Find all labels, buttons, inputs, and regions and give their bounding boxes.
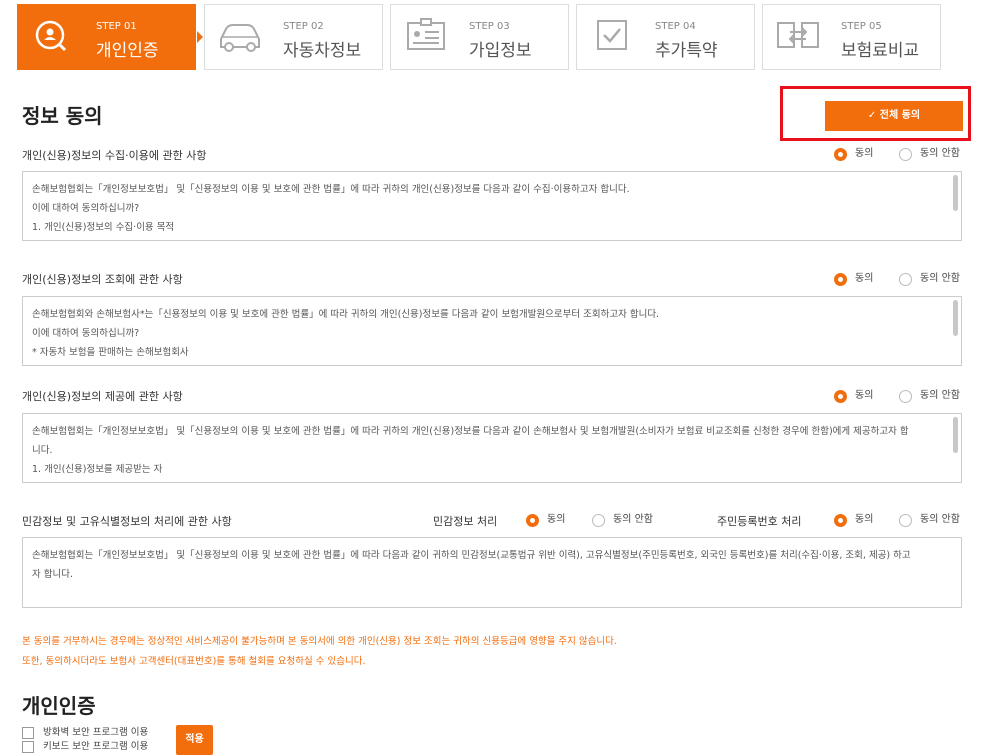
all-agree-button[interactable]: ✓ 전체 동의 xyxy=(825,101,963,131)
resident-agree-radio[interactable]: 동의 xyxy=(834,513,873,527)
step-3: STEP 03 가입정보 xyxy=(390,4,569,70)
step-1: STEP 01 개인인증 xyxy=(17,4,203,70)
step-5-number: STEP 05 xyxy=(841,21,882,32)
sensitive-info-label: 민감정보 처리 xyxy=(433,515,498,528)
radio-empty-icon xyxy=(899,272,912,286)
step-3-label: 가입정보 xyxy=(469,41,532,61)
id-card-icon xyxy=(407,18,445,50)
section-1-disagree-radio[interactable]: 동의 안함 xyxy=(899,147,960,161)
step-4-number: STEP 04 xyxy=(655,21,696,32)
firewall-checkbox[interactable]: 방화벽 보안 프로그램 이용 xyxy=(22,726,148,740)
radio-empty-icon xyxy=(899,513,912,527)
section-3-title: 개인(신용)정보의 제공에 관한 사항 xyxy=(22,390,183,403)
radio-empty-icon xyxy=(592,513,605,527)
keyboard-security-checkbox[interactable]: 키보드 보안 프로그램 이용 xyxy=(22,740,148,754)
step-3-number: STEP 03 xyxy=(469,21,510,32)
radio-empty-icon xyxy=(899,389,912,403)
checkbox-icon xyxy=(597,20,627,50)
resident-disagree-radio[interactable]: 동의 안함 xyxy=(899,513,960,527)
radio-selected-icon xyxy=(834,389,847,403)
consent-warning-line-1: 본 동의를 거부하시는 경우에는 정상적인 서비스제공이 불가능하며 본 동의서… xyxy=(22,636,617,647)
section-3-disagree-radio[interactable]: 동의 안함 xyxy=(899,389,960,403)
search-person-icon xyxy=(35,20,67,52)
resident-number-label: 주민등록번호 처리 xyxy=(717,515,802,528)
step-2-label: 자동차정보 xyxy=(283,41,362,61)
section-2-title: 개인(신용)정보의 조회에 관한 사항 xyxy=(22,273,183,286)
checkbox-icon xyxy=(22,726,34,739)
step-5: STEP 05 보험료비교 xyxy=(762,4,941,70)
scrollbar-thumb[interactable] xyxy=(953,417,958,453)
step-2: STEP 02 자동차정보 xyxy=(204,4,383,70)
step-4-label: 추가특약 xyxy=(655,41,718,61)
consent-warning-line-2: 또한, 동의하시더라도 보험사 고객센터(대표번호)를 통해 철회를 요청하실 … xyxy=(22,656,366,667)
sensitive-disagree-radio[interactable]: 동의 안함 xyxy=(592,513,653,527)
scrollbar-thumb[interactable] xyxy=(953,175,958,211)
section-2-agree-radio[interactable]: 동의 xyxy=(834,272,873,286)
radio-selected-icon xyxy=(834,147,847,161)
section-2-disagree-radio[interactable]: 동의 안함 xyxy=(899,272,960,286)
radio-selected-icon xyxy=(834,513,847,527)
section-1-text-box[interactable]: 손해보험협회는「개인정보보호법」 및「신용정보의 이용 및 보호에 관한 법률」… xyxy=(22,171,962,241)
all-agree-highlight: ✓ 전체 동의 xyxy=(780,86,971,141)
section-1-agree-radio[interactable]: 동의 xyxy=(834,147,873,161)
section-4-title: 민감정보 및 고유식별정보의 처리에 관한 사항 xyxy=(22,515,232,528)
step-1-label: 개인인증 xyxy=(96,41,159,61)
car-icon xyxy=(220,24,260,52)
scrollbar-thumb[interactable] xyxy=(953,300,958,336)
sensitive-agree-radio[interactable]: 동의 xyxy=(526,513,565,527)
step-4: STEP 04 추가특약 xyxy=(576,4,755,70)
checkbox-icon xyxy=(22,740,34,753)
radio-selected-icon xyxy=(526,513,539,527)
consent-title: 정보 동의 xyxy=(22,104,103,128)
radio-selected-icon xyxy=(834,272,847,286)
section-4-text-box[interactable]: 손해보험협회는「개인정보보호법」 및「신용정보의 이용 및 보호에 관한 법률」… xyxy=(22,537,962,608)
section-3-agree-radio[interactable]: 동의 xyxy=(834,389,873,403)
section-1-title: 개인(신용)정보의 수집·이용에 관한 사항 xyxy=(22,149,207,162)
active-step-arrow xyxy=(197,31,203,43)
step-2-number: STEP 02 xyxy=(283,21,324,32)
step-5-label: 보험료비교 xyxy=(841,41,920,61)
radio-empty-icon xyxy=(899,147,912,161)
section-3-text-box[interactable]: 손해보험협회는「개인정보보호법」 및「신용정보의 이용 및 보호에 관한 법률」… xyxy=(22,413,962,483)
apply-button[interactable]: 적용 xyxy=(176,725,213,755)
step-1-number: STEP 01 xyxy=(96,21,137,32)
section-2-text-box[interactable]: 손해보험협회와 손해보험사*는「신용정보의 이용 및 보호에 관한 법률」에 따… xyxy=(22,296,962,366)
auth-title: 개인인증 xyxy=(22,694,96,718)
compare-arrows-icon xyxy=(777,22,819,48)
